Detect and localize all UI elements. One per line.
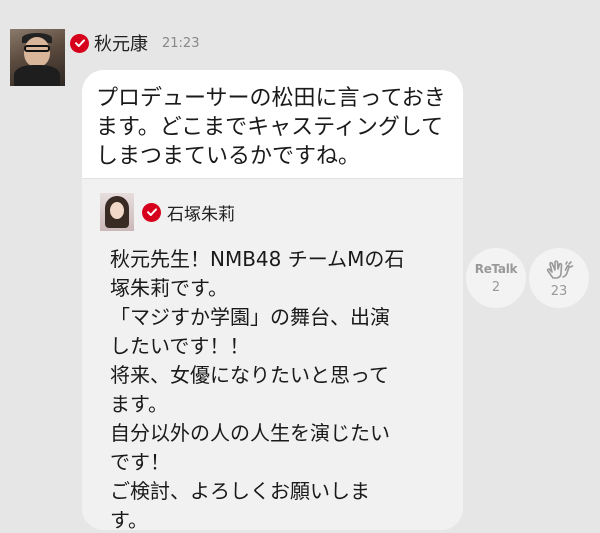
author-avatar[interactable] — [10, 29, 65, 86]
quoted-message[interactable]: 石塚朱莉 秋元先生！NMB48 チームMの石 塚朱莉です。 「マジすか学園」の舞… — [82, 178, 463, 532]
avatar-body — [14, 65, 60, 86]
message-timestamp: 21:23 — [162, 35, 200, 51]
verified-check-icon — [70, 33, 89, 53]
message-bubble[interactable]: プロデューサーの松田に言っておき ます。どこまでキャスティングして しまつまてい… — [82, 70, 463, 532]
clap-count: 23 — [550, 283, 568, 299]
quoted-header: 石塚朱莉 — [142, 200, 235, 225]
avatar-glasses — [24, 45, 50, 52]
quoted-author-avatar[interactable] — [100, 193, 134, 231]
clap-button[interactable]: 23 — [529, 248, 589, 308]
quoted-text: 秋元先生！NMB48 チームMの石 塚朱莉です。 「マジすか学園」の舞台、出演 … — [110, 247, 405, 532]
author-name[interactable]: 秋元康 — [94, 30, 148, 56]
avatar-face — [24, 37, 50, 67]
message-header: 秋元康 21:23 — [70, 30, 200, 56]
quoted-author-name[interactable]: 石塚朱莉 — [167, 200, 235, 225]
avatar-face — [110, 202, 124, 219]
clap-hands-icon — [546, 259, 574, 279]
retalk-button[interactable]: ReTalk 2 — [466, 248, 526, 308]
message-text: プロデューサーの松田に言っておき ます。どこまでキャスティングして しまつまてい… — [96, 86, 446, 169]
retalk-count: 2 — [491, 279, 501, 295]
retalk-label: ReTalk — [474, 261, 518, 276]
verified-check-icon — [142, 202, 161, 222]
